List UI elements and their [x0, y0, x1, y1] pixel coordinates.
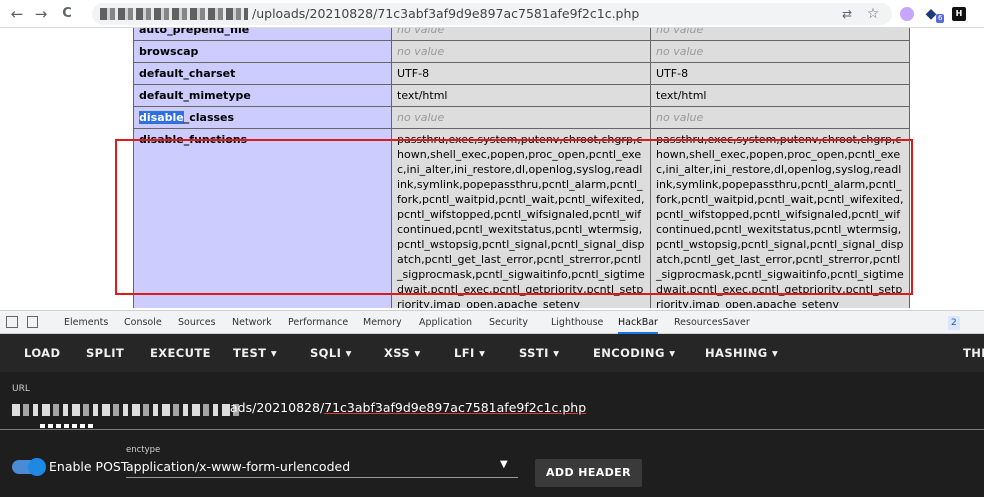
phpinfo-row: browscap no value no value — [133, 40, 910, 63]
url-filename: 71c3abf3af9d9e897ac7581afe9f2c1c.php — [324, 400, 587, 415]
directive-name: browscap — [133, 40, 392, 63]
local-value: no value — [391, 28, 651, 41]
forward-icon[interactable]: → — [30, 3, 52, 25]
directive-name-rest: _classes — [183, 111, 235, 124]
chevron-down-icon: ▾ — [669, 346, 676, 360]
phpinfo-row: disable_classes no value no value — [133, 106, 910, 129]
enable-post-label: Enable POST — [49, 459, 129, 474]
devtools-tab-sources[interactable]: Sources — [178, 311, 216, 334]
hashing-menu[interactable]: HASHING ▾ — [705, 334, 778, 372]
address-bar[interactable]: /uploads/20210828/71c3abf3af9d9e897ac758… — [92, 3, 892, 25]
lfi-label: LFI — [454, 346, 475, 360]
browser-toolbar: ← → C /uploads/20210828/71c3abf3af9d9e89… — [0, 0, 984, 28]
chevron-down-icon: ▾ — [345, 346, 352, 360]
add-header-button[interactable]: ADD HEADER — [535, 459, 642, 487]
redacted-url-line2 — [40, 424, 96, 428]
phpinfo-row: default_charset UTF-8 UTF-8 — [133, 62, 910, 85]
local-value: text/html — [391, 84, 651, 107]
local-value: no value — [391, 106, 651, 129]
enctype-select[interactable]: application/x-www-form-urlencoded — [126, 459, 350, 474]
text-selection: disable — [139, 111, 184, 124]
device-toolbar-icon[interactable] — [27, 316, 38, 328]
reload-icon[interactable]: C — [56, 3, 78, 25]
directive-name: default_charset — [133, 62, 392, 85]
url-label: URL — [12, 384, 30, 394]
sqli-label: SQLI — [310, 346, 342, 360]
devtools-tab-resourcessaver[interactable]: ResourcesSaver — [674, 311, 750, 334]
devtools-tab-security[interactable]: Security — [489, 311, 528, 334]
chevron-down-icon: ▾ — [771, 346, 779, 360]
xss-label: XSS — [384, 346, 411, 360]
bookmark-star-icon[interactable]: ☆ — [864, 5, 882, 23]
split-button[interactable]: SPLIT — [86, 334, 124, 372]
toggle-knob — [28, 458, 46, 476]
theme-menu[interactable]: THI — [963, 334, 984, 372]
local-value: no value — [391, 40, 651, 63]
extension-badge: 6 — [936, 14, 945, 23]
devtools-tab-hackbar[interactable]: HackBar — [618, 311, 658, 334]
master-value: UTF-8 — [650, 62, 910, 85]
redacted-url-host — [12, 404, 240, 416]
local-value: UTF-8 — [391, 62, 651, 85]
chevron-down-icon: ▾ — [479, 346, 486, 360]
chevron-down-icon: ▾ — [553, 346, 560, 360]
encoding-label: ENCODING — [593, 346, 665, 360]
xss-menu[interactable]: XSS ▾ — [384, 334, 421, 372]
directive-name: default_mimetype — [133, 84, 392, 107]
devtools-tab-memory[interactable]: Memory — [363, 311, 402, 334]
test-label: TEST — [233, 346, 267, 360]
devtools-tab-console[interactable]: Console — [124, 311, 162, 334]
master-value: no value — [650, 28, 910, 41]
messages-counter[interactable]: 2 — [948, 316, 960, 330]
hackbar-menu: LOAD SPLIT EXECUTE TEST ▾ SQLI ▾ XSS ▾ L… — [0, 334, 984, 372]
devtools-tab-elements[interactable]: Elements — [64, 311, 108, 334]
master-value: text/html — [650, 84, 910, 107]
lfi-menu[interactable]: LFI ▾ — [454, 334, 485, 372]
dropdown-caret-icon[interactable]: ▼ — [500, 459, 508, 470]
sqli-menu[interactable]: SQLI ▾ — [310, 334, 352, 372]
devtools-tab-application[interactable]: Application — [419, 311, 472, 334]
url-textarea[interactable]: ads/20210828/71c3abf3af9d9e897ac7581afe9… — [230, 400, 586, 415]
enable-post-toggle[interactable] — [12, 458, 46, 476]
encoding-menu[interactable]: ENCODING ▾ — [593, 334, 675, 372]
devtools-tab-strip: Elements Console Sources Network Performance… — [0, 310, 984, 334]
hashing-label: HASHING — [705, 346, 768, 360]
translate-icon[interactable]: ⇄ — [838, 5, 856, 23]
hackbar-extension-icon[interactable]: H — [952, 7, 966, 21]
execute-button[interactable]: EXECUTE — [150, 334, 211, 372]
redacted-host — [100, 8, 248, 20]
phpinfo-row: auto_prepend_file no value no value — [133, 28, 910, 41]
master-value: no value — [650, 106, 910, 129]
chevron-down-icon: ▾ — [270, 346, 278, 360]
inspect-element-icon[interactable] — [6, 316, 18, 328]
back-icon[interactable]: ← — [6, 3, 28, 25]
enctype-underline — [126, 477, 518, 478]
devtools-tab-network[interactable]: Network — [232, 311, 272, 334]
ssti-label: SSTI — [519, 346, 549, 360]
profile-avatar-icon[interactable] — [900, 7, 914, 21]
page-content: auto_prepend_file no value no value browsca… — [0, 28, 984, 308]
master-value: no value — [650, 40, 910, 63]
phpinfo-row: default_mimetype text/html text/html — [133, 84, 910, 107]
directive-name: disable_classes — [133, 106, 392, 129]
url-path: ads/20210828/ — [230, 400, 325, 415]
test-menu[interactable]: TEST ▾ — [233, 334, 277, 372]
chevron-down-icon: ▾ — [414, 346, 421, 360]
directive-name: auto_prepend_file — [133, 28, 392, 41]
ssti-menu[interactable]: SSTI ▾ — [519, 334, 559, 372]
url-field-underline — [0, 429, 984, 430]
hackbar-panel: LOAD SPLIT EXECUTE TEST ▾ SQLI ▾ XSS ▾ L… — [0, 334, 984, 497]
disable-functions-highlight — [115, 139, 913, 295]
load-button[interactable]: LOAD — [24, 334, 60, 372]
address-bar-url: /uploads/20210828/71c3abf3af9d9e897ac758… — [252, 6, 640, 21]
enctype-label: enctype — [126, 445, 161, 455]
devtools-tab-lighthouse[interactable]: Lighthouse — [551, 311, 603, 334]
devtools-tab-performance[interactable]: Performance — [288, 311, 348, 334]
